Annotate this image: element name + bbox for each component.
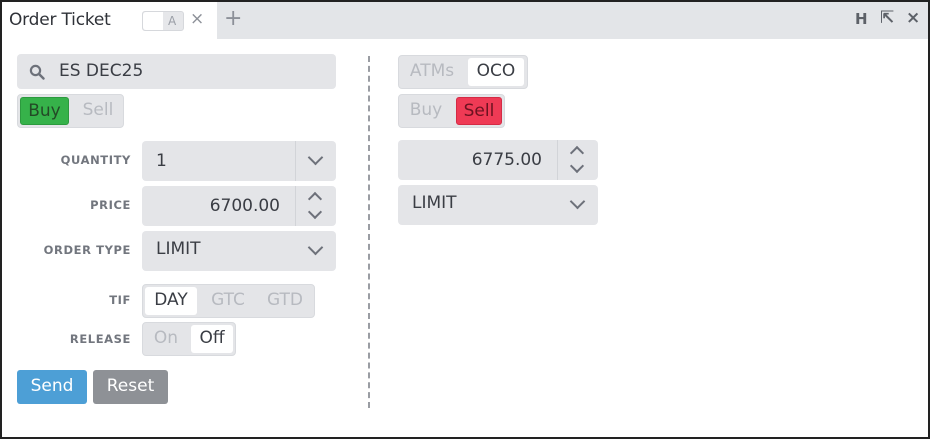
close-window-icon[interactable]: × bbox=[906, 8, 920, 28]
decrement-icon[interactable] bbox=[307, 204, 323, 220]
price-label: PRICE bbox=[90, 198, 131, 212]
link-group-toggle[interactable]: A bbox=[142, 11, 184, 31]
send-button[interactable]: Send bbox=[17, 370, 87, 404]
price-value[interactable]: 6700.00 bbox=[210, 196, 280, 216]
oco-sell-option[interactable]: Sell bbox=[456, 97, 502, 125]
chevron-down-icon bbox=[569, 193, 586, 210]
release-label: RELEASE bbox=[69, 332, 131, 346]
buy-option[interactable]: Buy bbox=[20, 97, 69, 125]
tif-day-option[interactable]: DAY bbox=[145, 287, 197, 315]
tif-gtc-option[interactable]: GTC bbox=[202, 287, 254, 315]
oco-price-value[interactable]: 6775.00 bbox=[472, 150, 542, 170]
stepper-divider bbox=[295, 186, 296, 226]
oco-buy-option[interactable]: Buy bbox=[401, 97, 451, 125]
close-tab-icon[interactable]: × bbox=[190, 9, 204, 29]
symbol-value: ES DEC25 bbox=[59, 61, 144, 81]
stepper-divider bbox=[557, 140, 558, 180]
quantity-value: 1 bbox=[156, 151, 167, 171]
dropdown-divider bbox=[295, 141, 296, 181]
chevron-down-icon bbox=[307, 239, 324, 256]
release-off-option[interactable]: Off bbox=[191, 325, 233, 353]
price-stepper[interactable]: 6700.00 bbox=[142, 186, 336, 226]
side-selector: Buy Sell bbox=[17, 94, 124, 128]
order-type-value: LIMIT bbox=[156, 239, 201, 259]
toggle-knob bbox=[143, 12, 163, 30]
panel-divider bbox=[368, 56, 370, 408]
chevron-down-icon[interactable] bbox=[307, 149, 324, 166]
tab-order-ticket[interactable]: Order Ticket A × bbox=[2, 2, 217, 39]
decrement-icon[interactable] bbox=[569, 158, 585, 174]
atms-option[interactable]: ATMs bbox=[401, 58, 463, 86]
bracket-selector: ATMs OCO bbox=[398, 55, 528, 89]
oco-price-stepper[interactable]: 6775.00 bbox=[398, 140, 598, 180]
search-icon bbox=[29, 64, 45, 80]
oco-order-type-dropdown[interactable]: LIMIT bbox=[398, 185, 598, 225]
oco-option[interactable]: OCO bbox=[468, 58, 524, 86]
tif-label: TIF bbox=[109, 293, 131, 307]
header-toggle-button[interactable]: H bbox=[855, 10, 868, 28]
tif-selector: DAY GTC GTD bbox=[142, 284, 315, 318]
order-type-label: ORDER TYPE bbox=[43, 243, 131, 257]
quantity-label: QUANTITY bbox=[60, 153, 131, 167]
sell-option[interactable]: Sell bbox=[74, 97, 122, 125]
tab-title: Order Ticket bbox=[9, 10, 111, 30]
order-type-dropdown[interactable]: LIMIT bbox=[142, 231, 336, 271]
symbol-search-input[interactable]: ES DEC25 bbox=[17, 54, 336, 89]
oco-side-selector: Buy Sell bbox=[398, 94, 505, 128]
link-group-letter: A bbox=[168, 14, 177, 28]
oco-order-type-value: LIMIT bbox=[412, 193, 457, 213]
release-on-option[interactable]: On bbox=[145, 325, 187, 353]
reset-button[interactable]: Reset bbox=[93, 370, 168, 404]
order-ticket-window: Order Ticket A × + H ⇱ × ES DEC25 Buy Se… bbox=[0, 0, 930, 439]
tif-gtd-option[interactable]: GTD bbox=[259, 287, 311, 315]
popout-icon[interactable]: ⇱ bbox=[880, 8, 894, 28]
title-bar: Order Ticket A × + H ⇱ × bbox=[2, 2, 928, 39]
add-tab-icon[interactable]: + bbox=[224, 7, 242, 31]
release-selector: On Off bbox=[142, 322, 236, 356]
quantity-dropdown[interactable]: 1 bbox=[142, 141, 336, 181]
